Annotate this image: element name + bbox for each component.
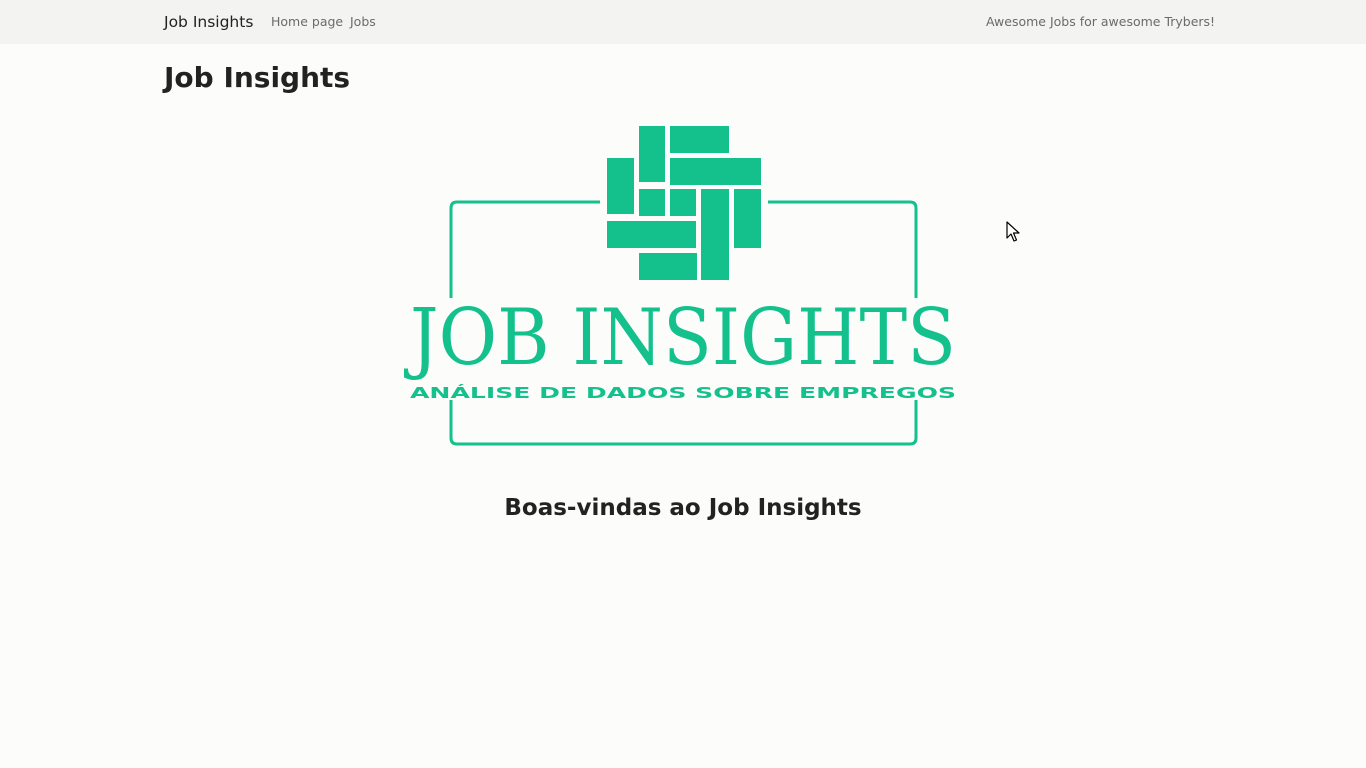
job-insights-logo: JOB INSIGHTS ANÁLISE DE DADOS SOBRE EMPR… <box>404 126 956 446</box>
mouse-pointer-icon <box>1006 221 1020 242</box>
navbar-brand-link[interactable]: Job Insights <box>164 12 253 32</box>
nav-link-home-page[interactable]: Home page <box>271 14 343 30</box>
navbar-tagline: Awesome Jobs for awesome Trybers! <box>986 14 1216 29</box>
logo-title-text: JOB INSIGHTS <box>404 293 956 383</box>
logo-subtitle-text: ANÁLISE DE DADOS SOBRE EMPREGOS <box>410 383 956 402</box>
logo-frame-top-left <box>449 200 600 298</box>
welcome-heading: Boas-vindas ao Job Insights <box>504 495 862 521</box>
top-navbar: Job Insights Home page Jobs Awesome Jobs… <box>0 0 1366 44</box>
logo-frame-bottom <box>449 400 918 446</box>
page-title: Job Insights <box>164 61 351 94</box>
logo-frame-top-right <box>768 200 918 298</box>
nav-link-jobs[interactable]: Jobs <box>350 14 376 30</box>
logo-woven-mark <box>607 126 761 280</box>
